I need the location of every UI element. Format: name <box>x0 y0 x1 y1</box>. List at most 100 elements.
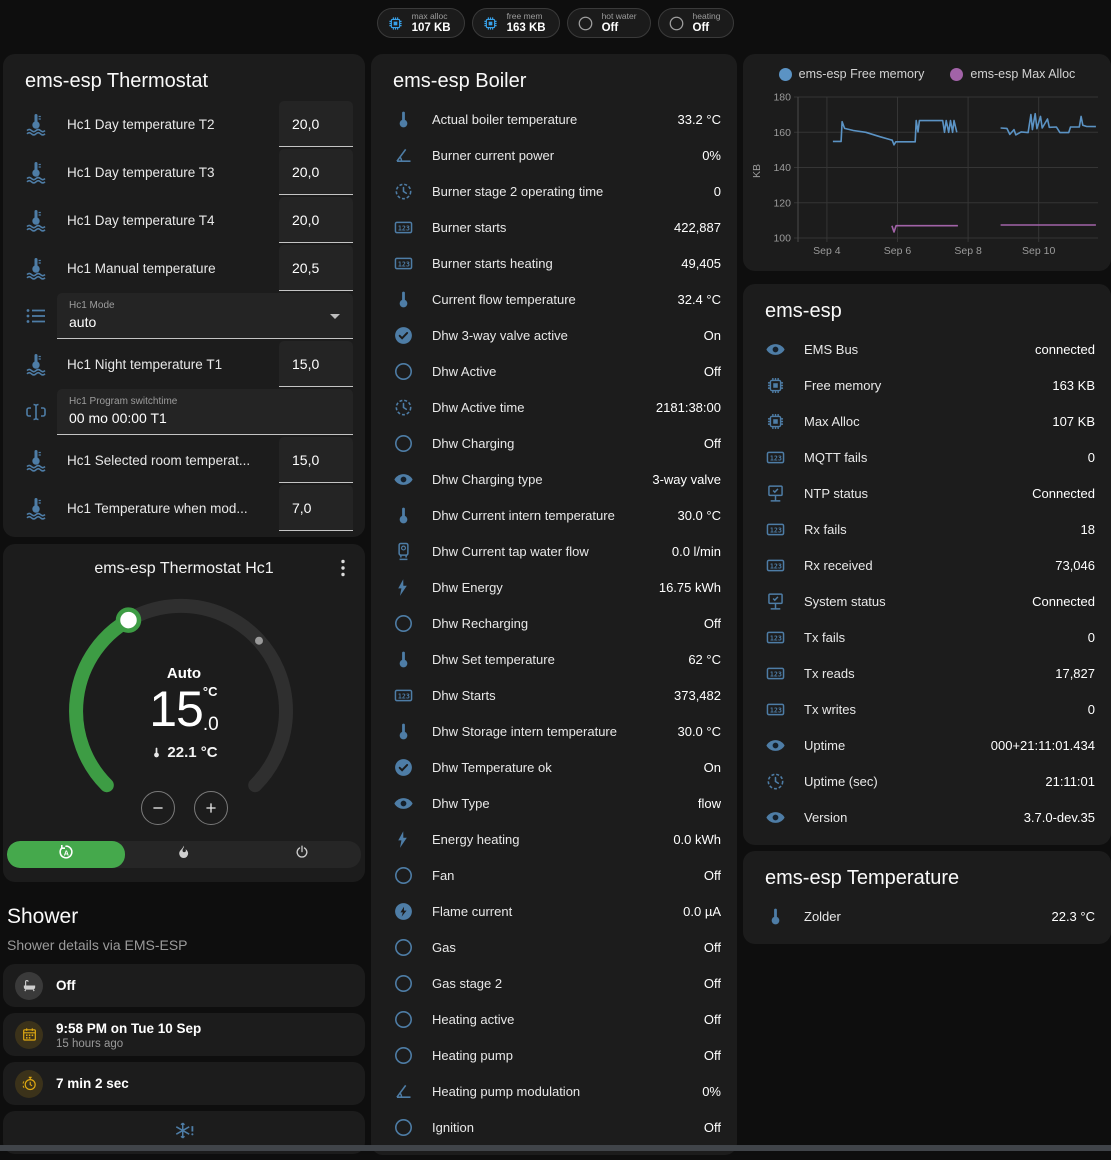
svg-text:Sep 8: Sep 8 <box>954 245 982 257</box>
entity-row-dhw-3-way-valve-active[interactable]: Dhw 3-way valve activeOn <box>387 317 721 353</box>
status-chip-max-alloc[interactable]: max alloc107 KB <box>377 8 465 38</box>
entity-row-current-flow-temperature[interactable]: Current flow temperature32.4 °C <box>387 281 721 317</box>
entity-row-rx-fails[interactable]: Rx fails18 <box>759 511 1095 547</box>
number-input[interactable]: 20,0 <box>279 149 353 195</box>
entity-label: Ignition <box>432 1120 474 1135</box>
entity-label: NTP status <box>804 486 868 501</box>
shower-card-calendar[interactable]: 9:58 PM on Tue 10 Sep15 hours ago <box>3 1013 365 1056</box>
entity-row-ignition[interactable]: IgnitionOff <box>387 1109 721 1145</box>
eye-icon <box>387 469 423 490</box>
svg-text:Sep 6: Sep 6 <box>884 245 912 257</box>
entity-row-burner-current-power[interactable]: Burner current power0% <box>387 137 721 173</box>
entity-row-uptime-sec-[interactable]: Uptime (sec)21:11:01 <box>759 763 1095 799</box>
entity-row-burner-starts-heating[interactable]: Burner starts heating49,405 <box>387 245 721 281</box>
text-input[interactable]: Hc1 Program switchtime00 mo 00:00 T1 <box>57 389 353 435</box>
entity-label: Dhw Current tap water flow <box>432 544 589 559</box>
entity-row-energy-heating[interactable]: Energy heating0.0 kWh <box>387 821 721 857</box>
shower-card-bathtub[interactable]: Off <box>3 964 365 1007</box>
increase-temp-button[interactable] <box>194 791 228 825</box>
number-input[interactable]: 7,0 <box>279 485 353 531</box>
dial-knob[interactable] <box>118 610 139 631</box>
entity-row-ntp-status[interactable]: NTP statusConnected <box>759 475 1095 511</box>
entity-value: 18 <box>1081 522 1095 537</box>
mode-select[interactable]: Hc1 Modeauto <box>57 293 353 339</box>
entity-row-dhw-temperature-ok[interactable]: Dhw Temperature okOn <box>387 749 721 785</box>
chip-label: heating <box>693 12 721 21</box>
number-input[interactable]: 20,0 <box>279 197 353 243</box>
entity-row-dhw-energy[interactable]: Dhw Energy16.75 kWh <box>387 569 721 605</box>
svg-text:120: 120 <box>773 197 791 209</box>
entity-row-flame-current[interactable]: Flame current0.0 µA <box>387 893 721 929</box>
entity-row-dhw-current-intern-temperature[interactable]: Dhw Current intern temperature30.0 °C <box>387 497 721 533</box>
mode-button-power[interactable] <box>243 841 361 868</box>
entity-row-gas-stage-2[interactable]: Gas stage 2Off <box>387 965 721 1001</box>
entity-row-actual-boiler-temperature[interactable]: Actual boiler temperature33.2 °C <box>387 101 721 137</box>
entity-row-fan[interactable]: FanOff <box>387 857 721 893</box>
circle-icon <box>387 1009 423 1030</box>
entity-row-dhw-set-temperature[interactable]: Dhw Set temperature62 °C <box>387 641 721 677</box>
entity-row-dhw-starts[interactable]: Dhw Starts373,482 <box>387 677 721 713</box>
entity-row-dhw-active[interactable]: Dhw ActiveOff <box>387 353 721 389</box>
entity-row-burner-starts[interactable]: Burner starts422,887 <box>387 209 721 245</box>
entity-row-tx-writes[interactable]: Tx writes0 <box>759 691 1095 727</box>
mode-button-flame[interactable] <box>125 841 243 868</box>
entity-row-dhw-charging-type[interactable]: Dhw Charging type3-way valve <box>387 461 721 497</box>
entity-label: Flame current <box>432 904 512 919</box>
current-temp-marker <box>255 637 263 645</box>
entity-row-tx-reads[interactable]: Tx reads17,827 <box>759 655 1095 691</box>
entity-row-zolder[interactable]: Zolder22.3 °C <box>759 898 1095 934</box>
dots-vertical-icon[interactable] <box>331 556 355 580</box>
entity-row-dhw-storage-intern-temperature[interactable]: Dhw Storage intern temperature30.0 °C <box>387 713 721 749</box>
entity-row-dhw-current-tap-water-flow[interactable]: Dhw Current tap water flow0.0 l/min <box>387 533 721 569</box>
thermo-icon <box>759 906 795 927</box>
entity-row-dhw-type[interactable]: Dhw Typeflow <box>387 785 721 821</box>
status-chip-heating[interactable]: heatingOff <box>658 8 735 38</box>
decrease-temp-button[interactable] <box>141 791 175 825</box>
entity-row-dhw-active-time[interactable]: Dhw Active time2181:38:00 <box>387 389 721 425</box>
current-icon <box>387 901 423 922</box>
entity-row-tx-fails[interactable]: Tx fails0 <box>759 619 1095 655</box>
entity-row-uptime[interactable]: Uptime000+21:11:01.434 <box>759 727 1095 763</box>
entity-row-version[interactable]: Version3.7.0-dev.35 <box>759 799 1095 835</box>
entity-row-ems-bus[interactable]: EMS Busconnected <box>759 331 1095 367</box>
entity-row-system-status[interactable]: System statusConnected <box>759 583 1095 619</box>
number-input[interactable]: 15,0 <box>279 341 353 387</box>
card-title: ems-esp Temperature <box>765 867 1095 890</box>
target-temp-unit: °C <box>203 684 219 699</box>
number-input[interactable]: 20,0 <box>279 101 353 147</box>
svg-text:180: 180 <box>773 92 791 104</box>
entity-value: Off <box>704 616 721 631</box>
entity-label: Tx reads <box>804 666 855 681</box>
entity-label: Dhw Recharging <box>432 616 528 631</box>
number-input[interactable]: 20,5 <box>279 245 353 291</box>
entity-row-dhw-recharging[interactable]: Dhw Recharging Off <box>387 605 721 641</box>
entity-value: 373,482 <box>674 688 721 703</box>
counter-icon <box>387 217 423 238</box>
status-chip-free-mem[interactable]: free mem163 KB <box>472 8 560 38</box>
thermo-icon <box>387 109 423 130</box>
entity-row-rx-received[interactable]: Rx received73,046 <box>759 547 1095 583</box>
entity-row-heating-pump-modulation[interactable]: Heating pump modulation0% <box>387 1073 721 1109</box>
status-chip-hot-water[interactable]: hot waterOff <box>567 8 651 38</box>
legend-item-ems-esp-free-memory[interactable]: ems-esp Free memory <box>779 67 925 81</box>
entity-row-burner-stage-2-operating-time[interactable]: Burner stage 2 operating time0 <box>387 173 721 209</box>
entity-row-mqtt-fails[interactable]: MQTT fails0 <box>759 439 1095 475</box>
field-value: auto <box>69 314 341 330</box>
entity-row-heating-active[interactable]: Heating activeOff <box>387 1001 721 1037</box>
chip-label: free mem <box>507 12 546 21</box>
mode-button-auto[interactable] <box>7 841 125 868</box>
entity-row-gas[interactable]: GasOff <box>387 929 721 965</box>
entity-label: Gas <box>432 940 456 955</box>
legend-item-ems-esp-max-alloc[interactable]: ems-esp Max Alloc <box>950 67 1075 81</box>
thermo-icon <box>387 721 423 742</box>
shower-card-timer[interactable]: 7 min 2 sec <box>3 1062 365 1105</box>
entity-row-free-memory[interactable]: Free memory163 KB <box>759 367 1095 403</box>
entity-value: 0 <box>714 184 721 199</box>
circle-icon <box>387 1117 423 1138</box>
thermo-water-icon <box>15 160 57 184</box>
entity-row-max-alloc[interactable]: Max Alloc107 KB <box>759 403 1095 439</box>
number-input[interactable]: 15,0 <box>279 437 353 483</box>
entity-row-dhw-charging[interactable]: Dhw ChargingOff <box>387 425 721 461</box>
entity-row-heating-pump[interactable]: Heating pumpOff <box>387 1037 721 1073</box>
card-value: Off <box>56 978 76 993</box>
